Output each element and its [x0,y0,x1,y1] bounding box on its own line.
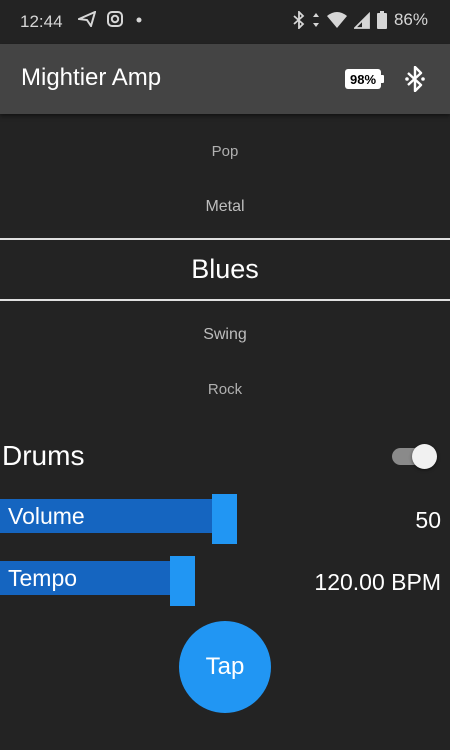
app-bar: Mightier Amp 98% [0,44,450,114]
drums-label: Drums [2,440,85,471]
battery-percent: 86% [393,10,428,29]
genre-selected[interactable]: Blues [0,254,450,285]
genre-option-metal[interactable]: Metal [0,198,450,216]
volume-label: Volume [8,503,85,529]
signal-icon [353,11,370,29]
toggle-thumb[interactable] [412,444,437,469]
genre-option-swing[interactable]: Swing [0,326,450,344]
wifi-icon [326,11,347,29]
tempo-slider[interactable]: Tempo [0,556,200,606]
bluetooth-icon [293,11,305,29]
battery-icon [376,11,387,29]
volume-slider-thumb[interactable] [212,494,237,544]
tempo-label: Tempo [8,565,78,591]
tempo-slider-thumb[interactable] [170,556,195,606]
drums-toggle[interactable] [392,444,438,469]
tempo-value: 120.00 BPM [314,569,441,595]
instagram-icon [106,10,124,28]
bluetooth-connect-icon[interactable] [404,65,426,97]
status-time: 12:44 [20,12,63,31]
genre-option-rock[interactable]: Rock [0,381,450,398]
picker-divider-top [0,238,450,240]
app-title: Mightier Amp [21,64,162,91]
genre-option-pop[interactable]: Pop [0,143,450,160]
device-battery-level: 98% [349,71,377,87]
data-arrows-icon [312,11,320,29]
device-battery-badge: 98% [345,69,385,89]
picker-divider-bottom [0,299,450,301]
volume-slider[interactable]: Volume [0,494,240,544]
send-icon [78,11,96,27]
status-bar: 12:44 86% [0,0,450,44]
volume-value: 50 [415,507,441,533]
tap-tempo-button[interactable]: Tap [179,621,271,713]
dot-icon [134,10,144,28]
